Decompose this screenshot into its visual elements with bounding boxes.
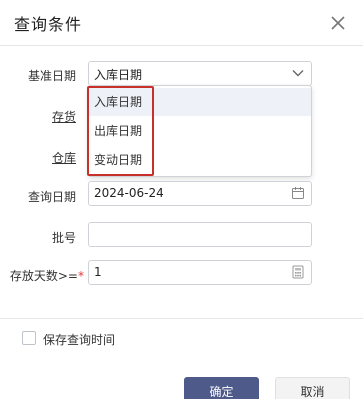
dropdown-option-change[interactable]: 变动日期: [89, 146, 311, 174]
calendar-icon[interactable]: [291, 186, 305, 200]
inventory-label[interactable]: 存货: [0, 108, 76, 125]
dropdown-option-inbound[interactable]: 入库日期: [89, 88, 311, 116]
warehouse-label[interactable]: 仓库: [0, 149, 76, 166]
footer-divider: [0, 318, 363, 319]
base-date-select[interactable]: 入库日期: [88, 61, 312, 86]
query-dialog: 查询条件 基准日期 入库日期 存货 仓库 入库日期 出库日期 变动日期 查询日期…: [0, 0, 363, 399]
required-mark: *: [78, 269, 84, 283]
base-date-value: 入库日期: [94, 68, 143, 82]
dialog-title: 查询条件: [14, 15, 83, 34]
dialog-header: 查询条件: [0, 0, 363, 46]
ok-button[interactable]: 确定: [184, 377, 259, 399]
dropdown-option-outbound[interactable]: 出库日期: [89, 117, 311, 145]
storage-days-value: 1: [94, 265, 102, 279]
storage-days-label: 存放天数>=*: [0, 267, 84, 284]
save-time-label[interactable]: 保存查询时间: [43, 331, 115, 348]
close-icon[interactable]: [327, 12, 349, 34]
cancel-button[interactable]: 取消: [275, 377, 350, 399]
save-time-checkbox[interactable]: [22, 331, 36, 345]
query-date-label: 查询日期: [27, 190, 76, 204]
query-date-value: 2024-06-24: [94, 186, 164, 200]
base-date-dropdown: 入库日期 出库日期 变动日期: [88, 85, 312, 177]
batch-input[interactable]: [88, 222, 312, 247]
calculator-icon[interactable]: [291, 265, 305, 279]
base-date-label: 基准日期: [27, 69, 76, 83]
storage-days-input[interactable]: 1: [88, 260, 312, 285]
storage-days-label-text: 存放天数>=: [9, 269, 78, 283]
batch-label: 批号: [51, 231, 76, 245]
chevron-down-icon: [292, 70, 304, 77]
query-date-input[interactable]: 2024-06-24: [88, 181, 312, 206]
